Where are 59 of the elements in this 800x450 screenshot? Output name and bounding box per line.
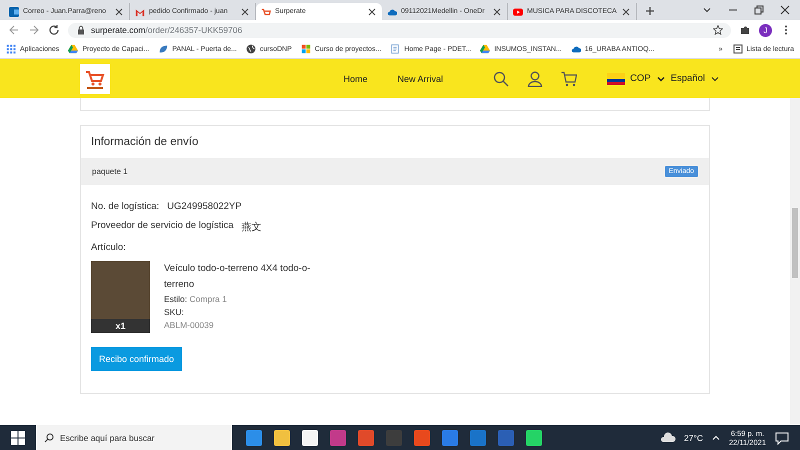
- temperature[interactable]: 27°C: [684, 432, 704, 442]
- site-icon: [261, 6, 271, 16]
- quantity-label: x1: [91, 319, 150, 333]
- language-selector[interactable]: Español: [670, 73, 705, 84]
- sku-label: SKU:: [164, 306, 185, 319]
- nav-link[interactable]: Home: [344, 74, 368, 84]
- site-icon: [9, 6, 19, 16]
- package-label: paquete 1: [92, 167, 128, 176]
- chat-icon[interactable]: [774, 430, 790, 446]
- article-label: Artículo:: [91, 242, 127, 253]
- bookmark-icon: [68, 44, 78, 54]
- provider-label: Proveedor de servicio de logística: [91, 220, 234, 233]
- currency-selector[interactable]: COP: [630, 73, 651, 84]
- close-icon[interactable]: [620, 6, 631, 16]
- card-title: Información de envío: [90, 135, 200, 150]
- windows-icon[interactable]: [10, 430, 26, 446]
- address-bar[interactable]: surperate.com/order/246357-UKK59706: [68, 22, 731, 38]
- style-text: Estilo: Compra 1: [164, 293, 228, 306]
- site-icon: [387, 6, 397, 16]
- taskbar-app-icon[interactable]: [274, 430, 290, 446]
- bookmark-icon: [480, 44, 490, 54]
- profile-avatar[interactable]: J: [759, 24, 772, 36]
- bookmark-icon: [300, 44, 311, 54]
- provider-name: 燕文: [242, 220, 262, 234]
- bookmark-icon: [390, 44, 400, 54]
- restore-icon[interactable]: [754, 5, 764, 15]
- star-icon[interactable]: [713, 25, 723, 35]
- site-icon: [513, 6, 523, 16]
- bookmark-icon: [570, 44, 581, 54]
- nav-link[interactable]: New Arrival: [398, 74, 444, 84]
- close-icon[interactable]: [367, 6, 377, 16]
- taskbar-search-field[interactable]: Escribe aquí para buscar: [36, 425, 232, 450]
- user-icon[interactable]: [527, 70, 544, 86]
- list-icon: [732, 44, 743, 54]
- scrollbar[interactable]: [790, 98, 800, 425]
- sku-value: ABLM-00039: [164, 318, 215, 332]
- new-tab-icon[interactable]: [644, 6, 655, 16]
- lock-icon: [76, 25, 86, 35]
- back-icon[interactable]: [8, 24, 20, 36]
- close-icon[interactable]: [240, 6, 250, 16]
- chevron-icon[interactable]: [702, 5, 712, 15]
- bookmark-icon: [246, 44, 256, 54]
- flag-icon: [607, 72, 626, 84]
- close-icon[interactable]: [492, 6, 502, 16]
- close-icon[interactable]: [114, 6, 124, 16]
- store-logo[interactable]: [80, 64, 110, 94]
- cart-icon[interactable]: [561, 70, 578, 86]
- tracking-number: UG249958022YP: [167, 201, 242, 212]
- taskbar-app-icon[interactable]: [302, 430, 318, 446]
- close-icon[interactable]: [780, 5, 790, 15]
- taskbar-app-icon[interactable]: [526, 430, 542, 446]
- product-name: Veículo todo-o-terreno 4X4 todo-o-terreno: [164, 262, 312, 292]
- forward-icon[interactable]: [28, 24, 40, 36]
- bookmark-icon: [6, 44, 16, 54]
- bookmark-icon: [158, 44, 168, 54]
- search-icon[interactable]: [493, 70, 510, 86]
- search-icon: [44, 432, 54, 442]
- reload-icon[interactable]: [48, 24, 60, 36]
- tracking-label: No. de logística:: [91, 201, 160, 212]
